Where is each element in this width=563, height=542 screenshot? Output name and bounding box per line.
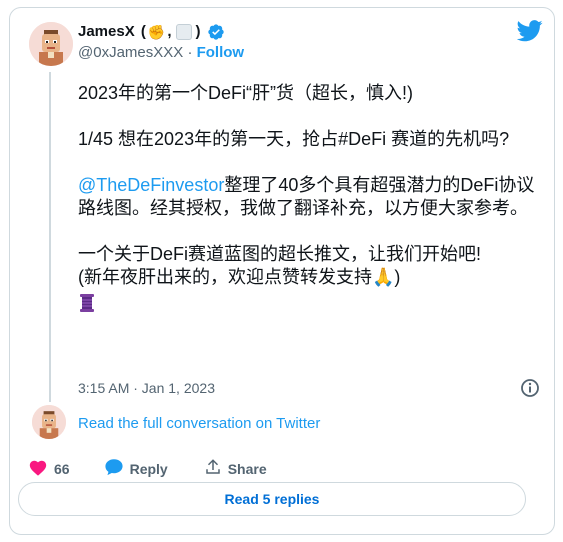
share-label: Share (227, 460, 267, 477)
follow-button[interactable]: Follow (197, 44, 245, 61)
reply-bubble-icon (104, 458, 124, 479)
author-name-emoji-open: ( (136, 23, 146, 40)
info-icon[interactable] (520, 378, 540, 403)
author-name-row[interactable]: JamesX ( ✊ , ) (78, 22, 244, 42)
tweet-timestamp[interactable]: 3:15 AM · Jan 1, 2023 (78, 380, 215, 396)
author-handle-row: @0xJamesXXX · Follow (78, 43, 244, 63)
share-button[interactable]: Share (204, 458, 267, 479)
author-name-emoji-close: ) (195, 23, 201, 40)
tweet-line-1: 2023年的第一个DeFi“肝”货（超长，慎入!) (78, 83, 414, 103)
twitter-bird-icon[interactable] (516, 20, 543, 47)
thread-avatar[interactable] (32, 405, 66, 439)
reply-label: Reply (129, 460, 168, 477)
separator-dot: · (187, 44, 193, 61)
author-name-comma: , (167, 23, 172, 40)
verified-badge-icon (207, 23, 225, 41)
raised-fist-emoji: ✊ (147, 24, 166, 40)
tweet-header: JamesX ( ✊ , ) @0xJamesXXX · Follow (78, 22, 244, 63)
tweet-line-3: @TheDeFinvestor整理了40多个具有超强潜力的DeFi协议路线图。经… (78, 174, 540, 220)
like-button[interactable]: 66 (28, 458, 70, 479)
white-square-emoji (175, 24, 192, 40)
mention-link[interactable]: @TheDeFinvestor (78, 175, 224, 195)
heart-icon (28, 458, 48, 479)
tweet-line-2: 1/45 想在2023年的第一天，抢占#DeFi 赛道的先机吗? (78, 129, 510, 149)
reply-button[interactable]: Reply (104, 458, 168, 479)
tweet-line-4b: (新年夜肝出来的，欢迎点赞转发支持🙏) (78, 267, 401, 287)
share-icon (204, 458, 222, 479)
author-handle[interactable]: @0xJamesXXX (78, 44, 183, 61)
tweet-text: 2023年的第一个DeFi“肝”货（超长，慎入!) 1/45 想在2023年的第… (78, 82, 540, 314)
thread-connector-line (49, 72, 51, 402)
thread-spool-icon (78, 291, 540, 314)
tweet-actions: 66 Reply Share (28, 458, 267, 479)
author-avatar[interactable] (29, 22, 73, 66)
read-full-conversation-link[interactable]: Read the full conversation on Twitter (78, 415, 320, 432)
author-name[interactable]: JamesX (78, 22, 135, 42)
read-replies-button[interactable]: Read 5 replies (18, 482, 526, 516)
tweet-line-4a: 一个关于DeFi赛道蓝图的超长推文，让我们开始吧! (78, 244, 482, 264)
like-count: 66 (54, 460, 70, 477)
